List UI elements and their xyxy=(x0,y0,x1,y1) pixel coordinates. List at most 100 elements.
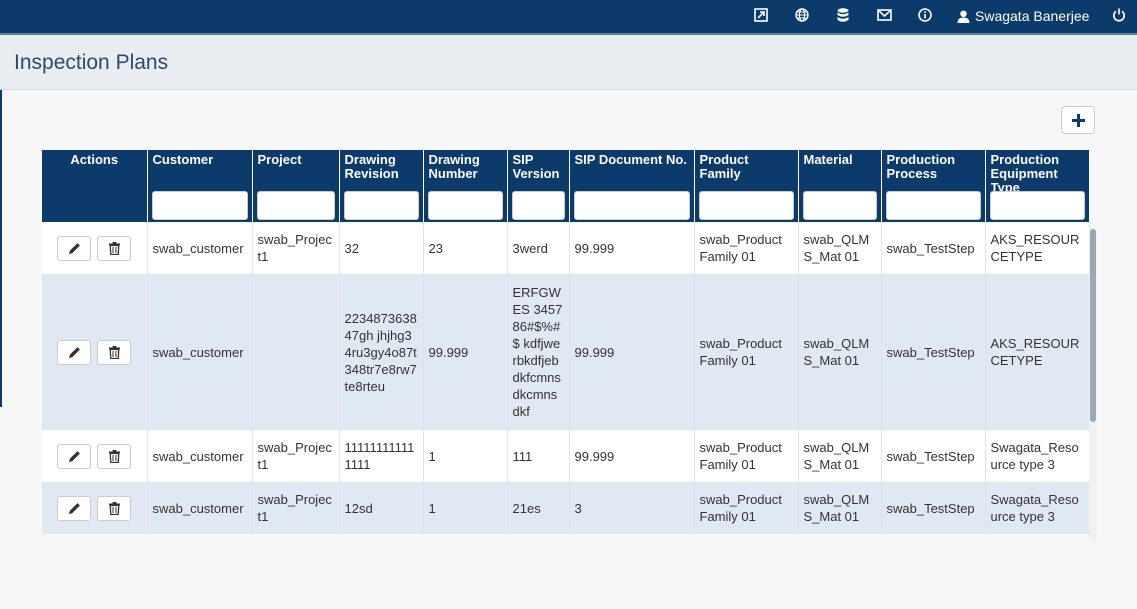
info-icon[interactable] xyxy=(917,7,933,23)
actions-cell xyxy=(42,482,148,534)
cell-product-family: swab_Product Family 01 xyxy=(694,482,799,534)
edit-button[interactable] xyxy=(57,235,92,261)
pencil-icon xyxy=(68,242,80,254)
edit-button[interactable] xyxy=(57,339,92,365)
user-icon xyxy=(957,10,970,23)
edit-button[interactable] xyxy=(57,443,92,469)
actions-cell xyxy=(42,274,148,430)
filter-production-process[interactable] xyxy=(885,191,981,220)
table-row: swab_customer swab_Project1 111111111111… xyxy=(42,430,1090,482)
cell-sip-document-no: 3 xyxy=(569,482,695,534)
user-name: Swagata Banerjee xyxy=(975,8,1090,24)
cell-drawing-revision: 223487363847gh jhjhg34ru3gy4o87t348tr7e8… xyxy=(339,274,424,430)
cell-customer: swab_customer xyxy=(147,274,253,430)
filter-material[interactable] xyxy=(802,191,877,220)
filter-production-equipment-type[interactable] xyxy=(989,191,1085,220)
cell-sip-document-no: 99.999 xyxy=(569,430,695,482)
cell-sip-version: ERFGWES 345786#$%#$ kdfjwerbkdfjebdkfcmn… xyxy=(507,274,570,430)
export-icon[interactable] xyxy=(753,7,769,23)
cell-drawing-revision: 32 xyxy=(339,222,424,274)
cell-sip-document-no: 99.999 xyxy=(569,274,695,430)
trash-icon xyxy=(108,501,120,515)
filter-drawing-number[interactable] xyxy=(427,191,503,220)
filter-sip-document-no[interactable] xyxy=(573,191,690,220)
cell-material: swab_QLMS_Mat 01 xyxy=(798,430,882,482)
delete-button[interactable] xyxy=(97,495,132,521)
cell-material: swab_QLMS_Mat 01 xyxy=(798,222,882,274)
table-row: swab_customer 223487363847gh jhjhg34ru3g… xyxy=(42,274,1090,430)
trash-icon xyxy=(108,241,120,255)
cell-product-family: swab_Product Family 01 xyxy=(694,274,799,430)
column-header-drawing-revision: Drawing Revision xyxy=(339,150,424,222)
cell-production-process: swab_TestStep xyxy=(881,430,986,482)
cell-material: swab_QLMS_Mat 01 xyxy=(798,274,882,430)
cell-drawing-revision: 12sd xyxy=(339,482,424,534)
column-header-sip-version: SIP Version xyxy=(507,150,570,222)
actions-cell xyxy=(42,430,148,482)
delete-button[interactable] xyxy=(97,339,132,365)
cell-product-family: swab_Product Family 01 xyxy=(694,222,799,274)
table-row: swab_customer swab_Project1 12sd 1 21es … xyxy=(42,482,1090,534)
cell-sip-version: 111 xyxy=(507,430,570,482)
cell-product-family: swab_Product Family 01 xyxy=(694,430,799,482)
user-menu[interactable]: Swagata Banerjee xyxy=(957,8,1089,24)
column-header-material: Material xyxy=(798,150,882,222)
cell-drawing-number: 99.999 xyxy=(423,274,508,430)
cell-drawing-number: 23 xyxy=(423,222,508,274)
cell-project: swab_Project1 xyxy=(252,430,340,482)
cell-project xyxy=(252,274,340,430)
cell-production-process: swab_TestStep xyxy=(881,222,986,274)
cell-customer: swab_customer xyxy=(147,222,253,274)
cell-drawing-revision: 111111111111111 xyxy=(339,430,424,482)
cell-sip-document-no: 99.999 xyxy=(569,222,695,274)
left-edge xyxy=(0,35,2,407)
title-bar: Inspection Plans xyxy=(0,35,1137,90)
filter-sip-version[interactable] xyxy=(511,191,565,220)
database-icon[interactable] xyxy=(835,7,851,23)
cell-production-equipment-type: Swagata_Resource type 3 xyxy=(985,482,1090,534)
table-row: swab_customer swab_Project1 32 23 3werd … xyxy=(42,222,1090,274)
filter-drawing-revision[interactable] xyxy=(343,191,419,220)
cell-drawing-number: 1 xyxy=(423,482,508,534)
column-header-product-family: Product Family xyxy=(694,150,799,222)
column-header-production-equipment-type: Production Equipment Type xyxy=(985,150,1090,222)
cell-customer: swab_customer xyxy=(147,430,253,482)
inspection-plans-table: Actions Customer Project Drawing Revisio… xyxy=(42,150,1090,534)
column-header-drawing-number: Drawing Number xyxy=(423,150,508,222)
column-header-production-process: Production Process xyxy=(881,150,986,222)
top-navbar: Swagata Banerjee xyxy=(0,0,1137,35)
mail-icon[interactable] xyxy=(876,7,892,23)
cell-customer: swab_customer xyxy=(147,482,253,534)
trash-icon xyxy=(108,345,120,359)
actions-cell xyxy=(42,222,148,274)
page-title: Inspection Plans xyxy=(14,51,169,74)
add-button[interactable] xyxy=(1061,106,1095,134)
column-header-sip-document-no: SIP Document No. xyxy=(569,150,695,222)
trash-icon xyxy=(108,449,120,463)
cell-production-equipment-type: AKS_RESOURCETYPE xyxy=(985,274,1090,430)
globe-icon[interactable] xyxy=(794,7,810,23)
delete-button[interactable] xyxy=(97,235,132,261)
table-scrollbar-thumb[interactable] xyxy=(1090,229,1096,422)
cell-production-equipment-type: Swagata_Resource type 3 xyxy=(985,430,1090,482)
cell-sip-version: 21es xyxy=(507,482,570,534)
cell-material: swab_QLMS_Mat 01 xyxy=(798,482,882,534)
column-header-customer: Customer xyxy=(147,150,253,222)
filter-product-family[interactable] xyxy=(698,191,794,220)
pencil-icon xyxy=(68,502,80,514)
cell-sip-version: 3werd xyxy=(507,222,570,274)
cell-drawing-number: 1 xyxy=(423,430,508,482)
cell-production-process: swab_TestStep xyxy=(881,482,986,534)
delete-button[interactable] xyxy=(97,443,132,469)
filter-customer[interactable] xyxy=(151,191,248,220)
cell-project: swab_Project1 xyxy=(252,222,340,274)
filter-project[interactable] xyxy=(256,191,335,220)
cell-project: swab_Project1 xyxy=(252,482,340,534)
header-row: Actions Customer Project Drawing Revisio… xyxy=(42,150,1090,222)
pencil-icon xyxy=(68,346,80,358)
column-header-project: Project xyxy=(252,150,340,222)
edit-button[interactable] xyxy=(57,495,92,521)
cell-production-equipment-type: AKS_RESOURCETYPE xyxy=(985,222,1090,274)
cell-production-process: swab_TestStep xyxy=(881,274,986,430)
power-icon[interactable] xyxy=(1111,7,1127,23)
